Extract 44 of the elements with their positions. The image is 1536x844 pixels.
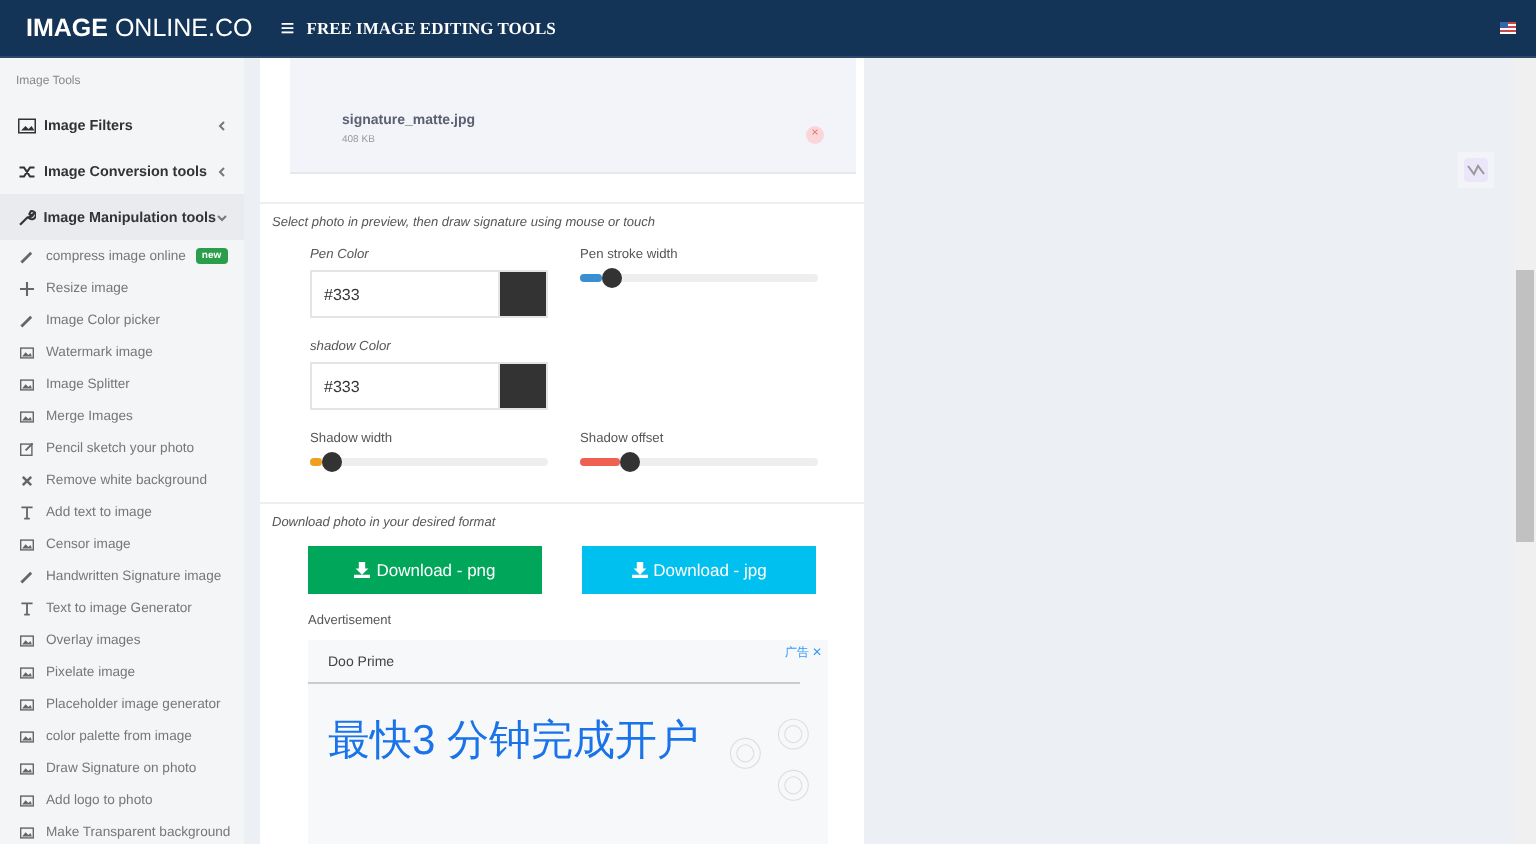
chevron-icon (216, 165, 228, 177)
slider-handle[interactable] (321, 452, 342, 472)
site-logo[interactable]: IMAGE ONLINE.CO (26, 12, 253, 44)
translate-icon (1464, 158, 1488, 182)
pen-icon (20, 249, 34, 263)
image-icon (20, 729, 34, 743)
image-icon (20, 377, 34, 391)
text-icon (20, 505, 34, 519)
slider-handle[interactable] (620, 452, 641, 472)
image-icon (20, 409, 34, 423)
image-icon (20, 537, 34, 551)
pen-icon (20, 313, 34, 327)
image-icon (20, 793, 34, 807)
text-icon (20, 601, 34, 615)
flag-icon[interactable] (1500, 22, 1516, 34)
image-icon (20, 345, 34, 359)
shuffle-icon (18, 163, 36, 179)
chevron-icon (216, 211, 228, 223)
menu-icon[interactable]: ≡ (280, 14, 295, 42)
color-input[interactable]: #333 (310, 362, 548, 410)
cross-icon (20, 473, 34, 487)
scrollbar[interactable] (1514, 58, 1536, 844)
color-swatch[interactable] (498, 364, 546, 408)
scrollbar-thumb[interactable] (1516, 270, 1534, 542)
download-icon (631, 562, 648, 578)
image-icon (20, 761, 34, 775)
download-button[interactable]: Download - png (308, 546, 542, 594)
download-icon (354, 562, 371, 578)
move-icon (20, 281, 34, 295)
image-icon (18, 117, 36, 133)
image-icon (20, 633, 34, 647)
image-icon (20, 697, 34, 711)
wrench-icon (18, 209, 36, 225)
ad-headline: 最快3 分钟完成开户 (328, 716, 700, 768)
color-input[interactable]: #333 (310, 270, 548, 318)
color-swatch[interactable] (498, 272, 546, 316)
nav-title[interactable]: FREE IMAGE EDITING TOOLS (306, 18, 556, 38)
slider-handle[interactable] (601, 268, 622, 288)
pen-icon (20, 569, 34, 583)
image-icon (20, 665, 34, 679)
edit-icon (20, 441, 34, 455)
image-icon (20, 825, 34, 839)
chevron-icon (216, 119, 228, 131)
download-button[interactable]: Download - jpg (582, 546, 816, 594)
